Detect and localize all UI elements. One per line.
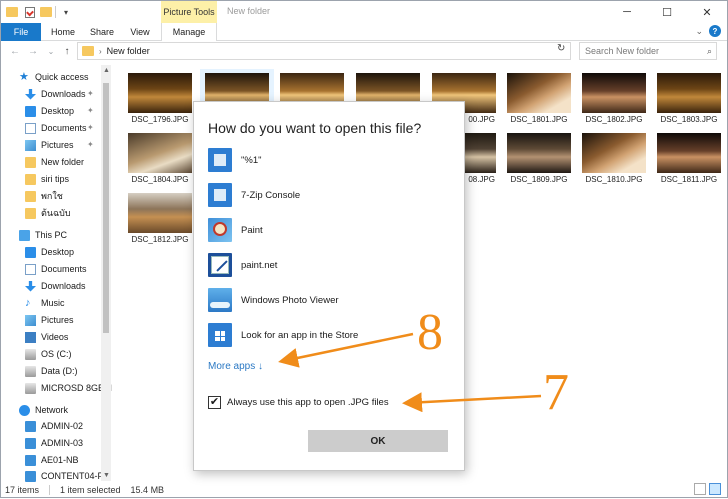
step-number: 7: [543, 364, 569, 421]
explorer-window: ▾ Picture Tools New folder ─ ☐ ✕ File Ho…: [0, 0, 728, 498]
status-bar: 17 items 1 item selected 15.4 MB: [1, 481, 727, 499]
item-count: 17 items: [5, 485, 40, 495]
annotation-arrows: [278, 332, 542, 413]
selection-count: 1 item selected: [60, 485, 121, 495]
details-view-icon[interactable]: [694, 483, 706, 495]
view-switcher: [694, 483, 721, 495]
large-icons-view-icon[interactable]: [709, 483, 721, 495]
arrow-to-more-apps: [278, 332, 414, 368]
arrow-to-always-use: [402, 392, 542, 413]
step-number: 8: [417, 304, 443, 361]
selection-size: 15.4 MB: [130, 485, 165, 495]
